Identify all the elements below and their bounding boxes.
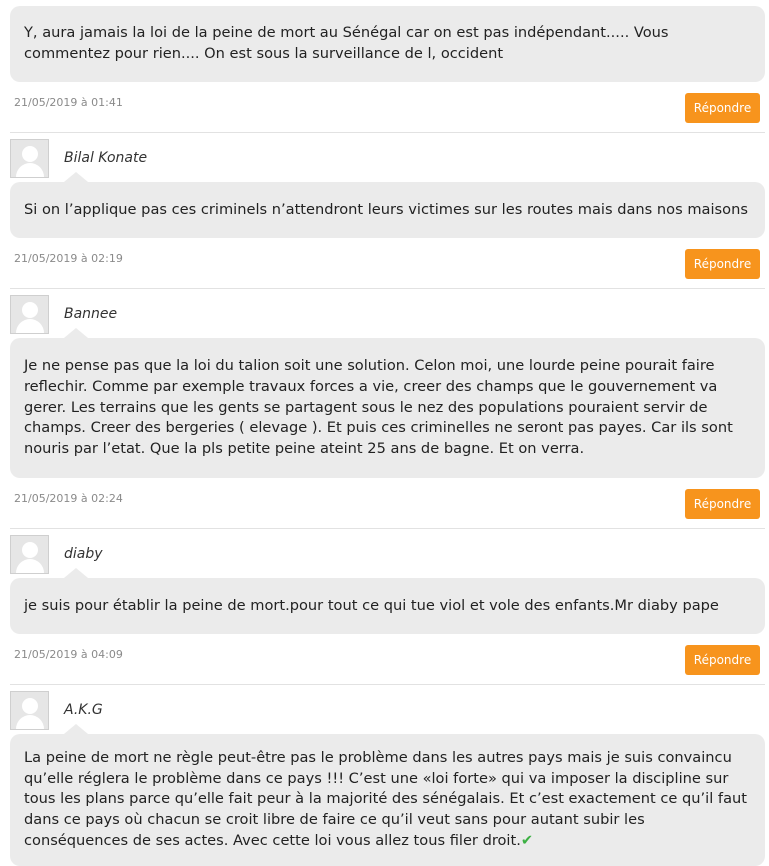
comment-author[interactable]: A.K.G — [64, 700, 103, 720]
reply-button[interactable]: Répondre — [685, 249, 760, 279]
reply-button[interactable]: Répondre — [685, 645, 760, 675]
comment-author[interactable]: Bilal Konate — [64, 148, 147, 168]
comment-text: Je ne pense pas que la loi du talion soi… — [24, 357, 733, 458]
divider — [10, 528, 765, 529]
avatar — [10, 535, 49, 574]
divider — [10, 132, 765, 133]
reply-button[interactable]: Répondre — [685, 489, 760, 519]
comment-author[interactable]: diaby — [64, 544, 103, 564]
comment-text: Y, aura jamais la loi de la peine de mor… — [24, 24, 669, 62]
divider — [10, 684, 765, 685]
comment-bubble: je suis pour établir la peine de mort.po… — [10, 568, 765, 634]
checkmark-icon: ✔ — [520, 831, 534, 849]
avatar — [10, 295, 49, 334]
avatar — [10, 139, 49, 178]
comment-text: La peine de mort ne règle peut-être pas … — [24, 749, 747, 849]
comment-bubble: Si on l’applique pas ces criminels n’att… — [10, 172, 765, 238]
comment-bubble: Je ne pense pas que la loi du talion soi… — [10, 328, 765, 478]
comment-date: 21/05/2019 à 02:24 — [14, 492, 123, 505]
comment-bubble: Y, aura jamais la loi de la peine de mor… — [10, 6, 765, 82]
divider — [10, 288, 765, 289]
comment-author[interactable]: Bannee — [64, 304, 117, 324]
comment-date: 21/05/2019 à 01:41 — [14, 96, 123, 109]
comment-date: 21/05/2019 à 04:09 — [14, 648, 123, 661]
reply-button[interactable]: Répondre — [685, 93, 760, 123]
avatar — [10, 691, 49, 730]
comment-date: 21/05/2019 à 02:19 — [14, 252, 123, 265]
comment-bubble: La peine de mort ne règle peut-être pas … — [10, 724, 765, 866]
comment-text: je suis pour établir la peine de mort.po… — [24, 596, 719, 614]
comment-text: Si on l’applique pas ces criminels n’att… — [24, 200, 748, 218]
